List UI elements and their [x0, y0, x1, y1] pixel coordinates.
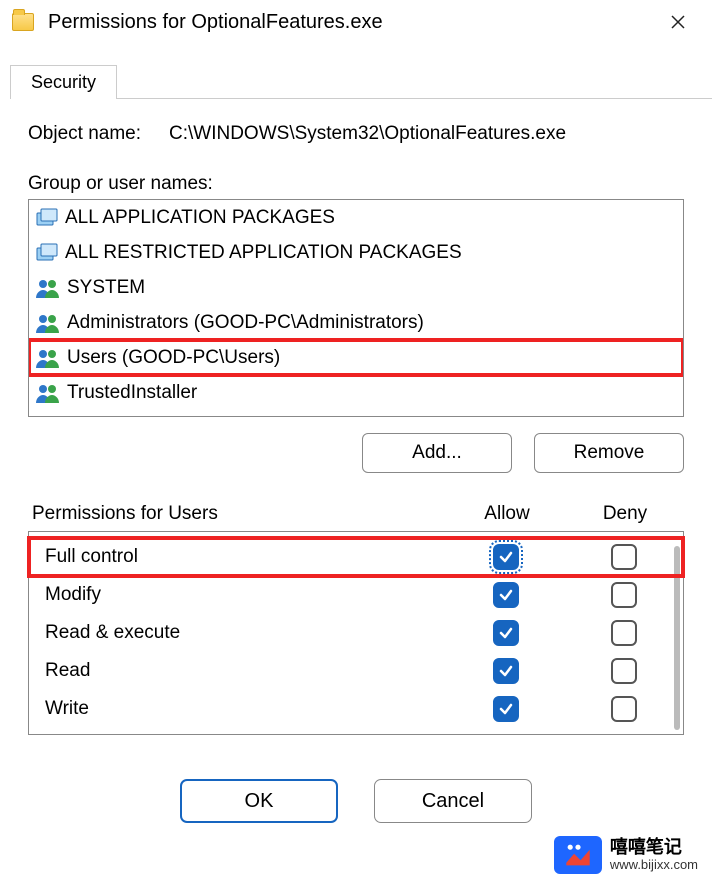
dialog-button-row: OK Cancel [28, 779, 684, 823]
permission-row-0: Full control [29, 538, 683, 576]
allow-checkbox[interactable] [493, 620, 519, 646]
tab-content: Object name: C:\WINDOWS\System32\Optiona… [0, 99, 712, 823]
deny-checkbox[interactable] [611, 544, 637, 570]
permission-deny-cell [569, 620, 679, 646]
permission-deny-cell [569, 696, 679, 722]
permissions-header-label: Permissions for Users [32, 503, 444, 525]
permission-name: Full control [45, 546, 443, 568]
window-title: Permissions for OptionalFeatures.exe [48, 11, 656, 34]
group-item-2[interactable]: SYSTEM [29, 270, 683, 305]
group-item-label: TrustedInstaller [67, 382, 197, 404]
watermark-title: 嘻嘻笔记 [610, 838, 698, 858]
group-item-5[interactable]: TrustedInstaller [29, 375, 683, 410]
users-icon [35, 312, 61, 334]
watermark-url: www.bijixx.com [610, 858, 698, 872]
permission-row-4: Write [29, 690, 683, 728]
package-icon [35, 242, 59, 264]
permission-allow-cell [443, 696, 569, 722]
group-item-label: Users (GOOD-PC\Users) [67, 347, 280, 369]
permission-allow-cell [443, 658, 569, 684]
permission-allow-cell [443, 620, 569, 646]
permissions-header: Permissions for Users Allow Deny [28, 503, 684, 531]
group-item-4[interactable]: Users (GOOD-PC\Users) [29, 340, 683, 375]
allow-checkbox[interactable] [493, 658, 519, 684]
group-item-3[interactable]: Administrators (GOOD-PC\Administrators) [29, 305, 683, 340]
permissions-col-deny: Deny [570, 503, 680, 525]
cancel-button[interactable]: Cancel [374, 779, 532, 823]
tab-security[interactable]: Security [10, 65, 117, 99]
object-name-value: C:\WINDOWS\System32\OptionalFeatures.exe [169, 123, 566, 145]
deny-checkbox[interactable] [611, 696, 637, 722]
permission-row-2: Read & execute [29, 614, 683, 652]
permission-name: Modify [45, 584, 443, 606]
permission-name: Read [45, 660, 443, 682]
users-icon [35, 382, 61, 404]
watermark: 嘻嘻笔记 www.bijixx.com [550, 834, 702, 876]
object-name-row: Object name: C:\WINDOWS\System32\Optiona… [28, 123, 684, 145]
group-item-label: ALL APPLICATION PACKAGES [65, 207, 335, 229]
object-name-label: Object name: [28, 123, 141, 145]
deny-checkbox[interactable] [611, 582, 637, 608]
permission-row-1: Modify [29, 576, 683, 614]
permission-deny-cell [569, 582, 679, 608]
watermark-icon [554, 836, 602, 874]
remove-button[interactable]: Remove [534, 433, 684, 473]
group-button-row: Add... Remove [28, 433, 684, 473]
allow-checkbox[interactable] [493, 696, 519, 722]
package-icon [35, 207, 59, 229]
ok-button[interactable]: OK [180, 779, 338, 823]
allow-checkbox[interactable] [493, 582, 519, 608]
group-item-0[interactable]: ALL APPLICATION PACKAGES [29, 200, 683, 235]
permission-name: Read & execute [45, 622, 443, 644]
deny-checkbox[interactable] [611, 620, 637, 646]
permissions-list: Full control Modify Read & execute Read Writ… [28, 531, 684, 735]
users-icon [35, 277, 61, 299]
group-list[interactable]: ALL APPLICATION PACKAGES ALL RESTRICTED A… [28, 199, 684, 417]
group-item-1[interactable]: ALL RESTRICTED APPLICATION PACKAGES [29, 235, 683, 270]
group-item-label: Administrators (GOOD-PC\Administrators) [67, 312, 424, 334]
permission-row-3: Read [29, 652, 683, 690]
close-button[interactable] [656, 6, 700, 38]
permission-deny-cell [569, 658, 679, 684]
add-button[interactable]: Add... [362, 433, 512, 473]
permission-deny-cell [569, 544, 679, 570]
permission-allow-cell [443, 582, 569, 608]
permission-name: Write [45, 698, 443, 720]
folder-icon [12, 13, 34, 31]
deny-checkbox[interactable] [611, 658, 637, 684]
close-icon [670, 14, 686, 30]
group-list-label: Group or user names: [28, 173, 684, 195]
group-item-label: SYSTEM [67, 277, 145, 299]
allow-checkbox[interactable] [493, 544, 519, 570]
group-item-label: ALL RESTRICTED APPLICATION PACKAGES [65, 242, 462, 264]
users-icon [35, 347, 61, 369]
permissions-col-allow: Allow [444, 503, 570, 525]
tab-strip: Security [10, 64, 712, 99]
permission-allow-cell [443, 544, 569, 570]
titlebar: Permissions for OptionalFeatures.exe [0, 0, 712, 48]
